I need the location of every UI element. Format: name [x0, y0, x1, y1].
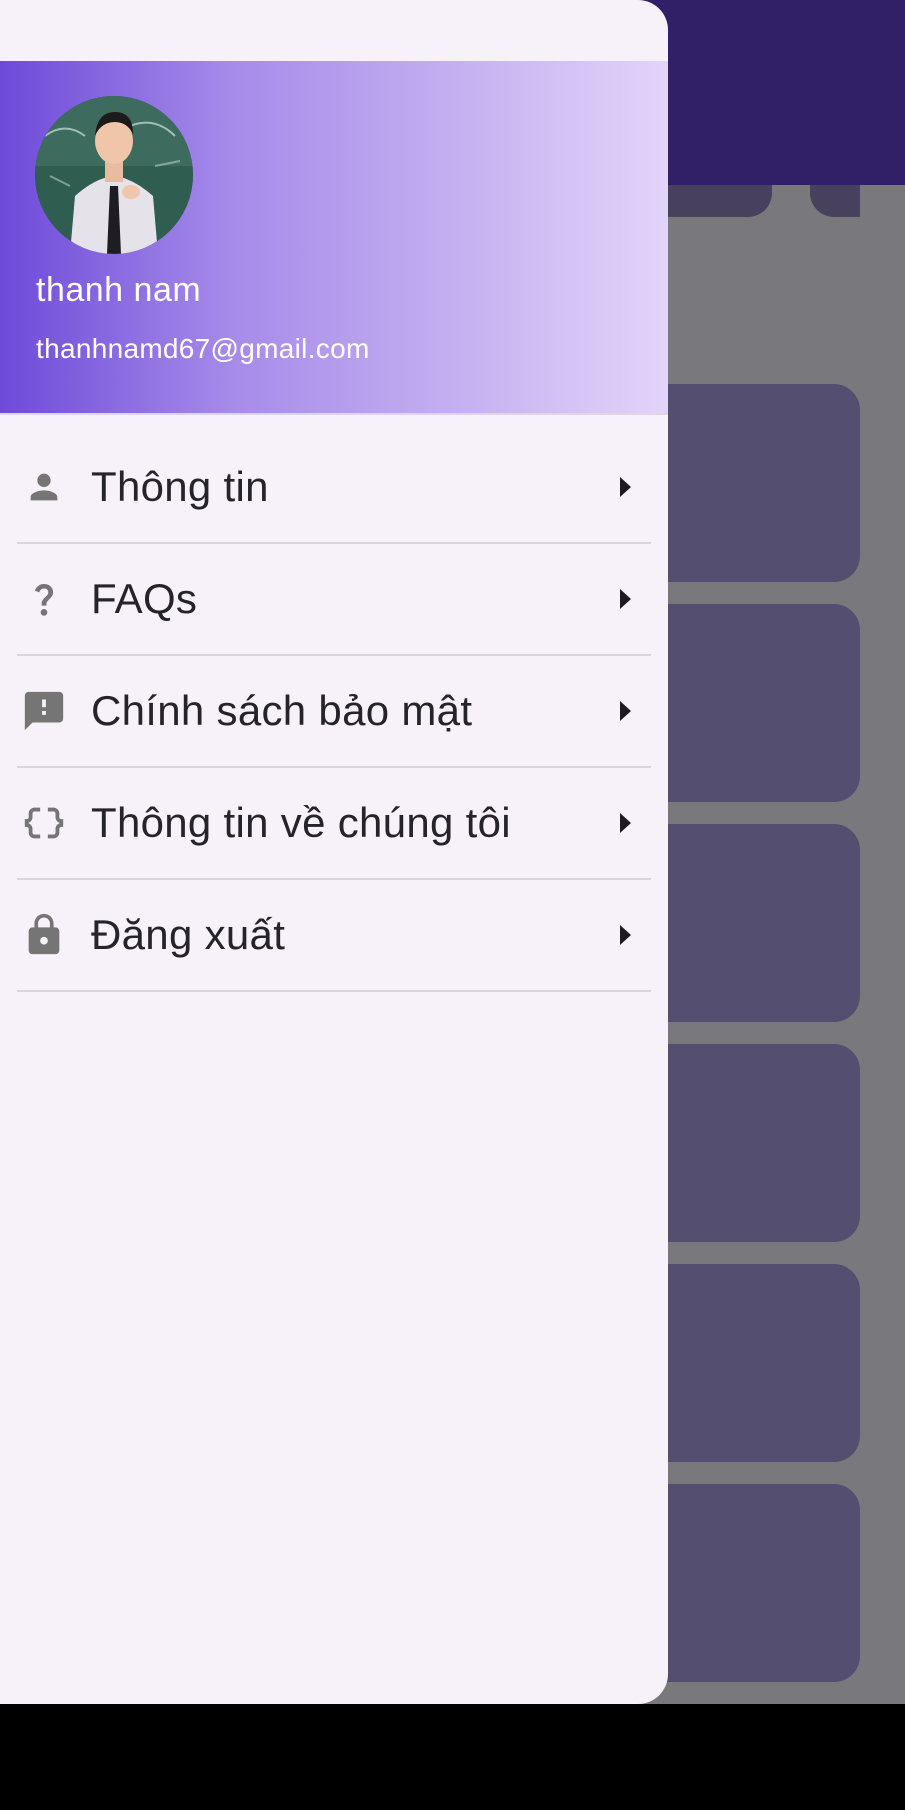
feedback-icon: [19, 686, 69, 736]
menu-item-label: Thông tin: [91, 463, 269, 510]
user-email: thanhnamd67@gmail.com: [36, 333, 370, 364]
menu-item-label: Thông tin về chúng tôi: [91, 799, 511, 846]
menu-item-label: Chính sách bảo mật: [91, 687, 473, 734]
drawer-menu: Thông tin FAQs Chính sách bảo mật Thông …: [0, 432, 668, 992]
lock-icon: [19, 910, 69, 960]
menu-item-about-us[interactable]: Thông tin về chúng tôi: [17, 768, 651, 880]
system-navigation-bar: [0, 1704, 905, 1810]
data-object-icon: [19, 798, 69, 848]
arrow-right-icon: [620, 813, 631, 833]
drawer-header: thanh nam thanhnamd67@gmail.com: [0, 61, 668, 415]
menu-item-faqs[interactable]: FAQs: [17, 544, 651, 656]
arrow-right-icon: [620, 701, 631, 721]
question-mark-icon: [19, 574, 69, 624]
person-icon: [19, 462, 69, 512]
menu-item-label: Đăng xuất: [91, 911, 286, 958]
menu-item-label: FAQs: [91, 575, 198, 622]
arrow-right-icon: [620, 925, 631, 945]
menu-item-privacy-policy[interactable]: Chính sách bảo mật: [17, 656, 651, 768]
avatar-photo: [35, 96, 193, 254]
menu-item-info[interactable]: Thông tin: [17, 432, 651, 544]
user-name: thanh nam: [36, 271, 202, 309]
arrow-right-icon: [620, 477, 631, 497]
navigation-drawer: thanh nam thanhnamd67@gmail.com Thông ti…: [0, 0, 668, 1704]
avatar[interactable]: [35, 96, 193, 254]
arrow-right-icon: [620, 589, 631, 609]
menu-item-logout[interactable]: Đăng xuất: [17, 880, 651, 992]
